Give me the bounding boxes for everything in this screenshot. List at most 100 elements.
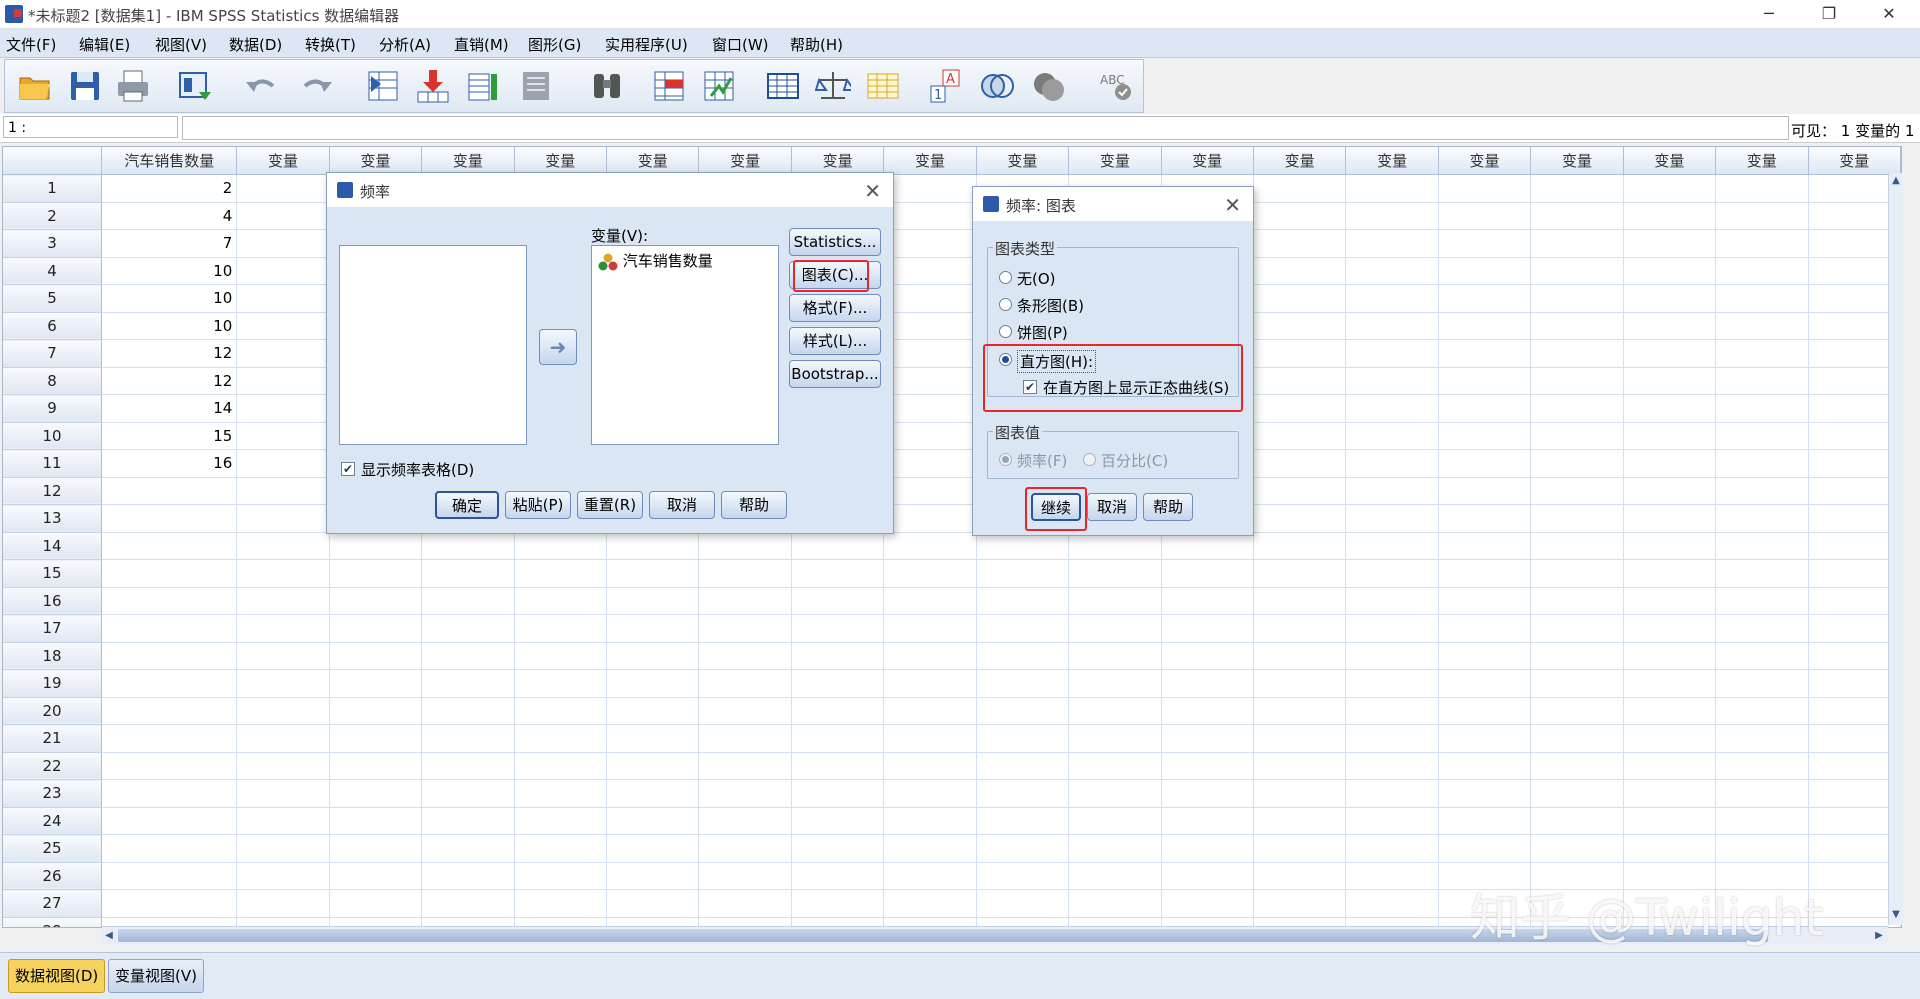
data-cell[interactable] (606, 889, 700, 918)
data-cell[interactable] (606, 834, 700, 863)
paste-button[interactable]: 粘贴(P) (505, 491, 571, 519)
select-cases-icon[interactable] (865, 68, 901, 104)
data-cell[interactable] (421, 697, 515, 725)
data-cell[interactable]: 16 (101, 449, 238, 478)
data-cell[interactable] (421, 807, 515, 835)
data-cell[interactable] (976, 889, 1070, 918)
data-cell[interactable] (1530, 752, 1624, 780)
data-cell[interactable] (1808, 229, 1901, 258)
data-cell[interactable] (1530, 587, 1624, 615)
data-cell[interactable] (1438, 779, 1532, 808)
weight-cases-icon[interactable] (815, 68, 851, 104)
data-cell[interactable] (421, 669, 515, 698)
data-cell[interactable] (1438, 174, 1532, 203)
data-cell[interactable] (1530, 532, 1624, 560)
minimize-button[interactable]: ─ (1746, 0, 1792, 28)
data-cell[interactable] (236, 779, 330, 808)
data-cell[interactable] (883, 422, 977, 450)
data-cell[interactable] (101, 807, 238, 835)
data-cell[interactable] (1438, 724, 1532, 753)
data-cell[interactable] (1715, 559, 1809, 588)
data-cell[interactable] (1623, 532, 1717, 560)
row-header[interactable]: 22 (3, 752, 103, 780)
data-cell[interactable] (883, 587, 977, 615)
data-cell[interactable] (606, 642, 700, 670)
data-cell[interactable] (1808, 642, 1901, 670)
data-cell[interactable] (329, 807, 423, 835)
data-cell[interactable] (883, 339, 977, 368)
data-cell[interactable] (1438, 367, 1532, 395)
data-cell[interactable] (791, 807, 885, 835)
data-cell[interactable] (101, 697, 238, 725)
data-cell[interactable] (1808, 504, 1901, 533)
data-cell[interactable] (1438, 257, 1532, 285)
data-cell[interactable] (329, 752, 423, 780)
data-cell[interactable] (698, 587, 792, 615)
column-header[interactable]: 变量 (976, 147, 1070, 175)
data-cell[interactable] (329, 889, 423, 918)
data-cell[interactable] (1161, 669, 1254, 698)
column-header[interactable]: 变量 (329, 147, 423, 175)
data-cell[interactable] (1161, 614, 1254, 643)
value-labels-icon[interactable]: A1 (929, 68, 965, 104)
data-cell[interactable] (1808, 312, 1901, 340)
data-cell[interactable] (1253, 752, 1347, 780)
data-cell[interactable] (1438, 697, 1532, 725)
menu-transform[interactable]: 转换(T) (305, 34, 356, 55)
bootstrap-button[interactable]: Bootstrap... (789, 360, 881, 388)
data-cell[interactable] (1345, 449, 1439, 478)
data-cell[interactable] (1808, 779, 1901, 808)
data-cell[interactable] (1161, 834, 1254, 863)
data-cell[interactable] (1253, 339, 1347, 368)
data-cell[interactable] (1438, 422, 1532, 450)
data-cell[interactable] (329, 587, 423, 615)
source-variable-list[interactable] (339, 245, 527, 445)
data-cell[interactable] (1253, 312, 1347, 340)
grid-corner[interactable] (3, 147, 103, 175)
redo-icon[interactable] (299, 68, 335, 104)
data-cell[interactable] (1715, 449, 1809, 478)
data-cell[interactable] (1345, 587, 1439, 615)
menu-window[interactable]: 窗口(W) (712, 34, 769, 55)
data-cell[interactable] (514, 834, 608, 863)
data-cell[interactable] (1715, 724, 1809, 753)
data-cell[interactable] (1253, 834, 1347, 863)
data-cell[interactable] (1715, 504, 1809, 533)
data-cell[interactable] (1438, 532, 1532, 560)
data-cell[interactable] (791, 614, 885, 643)
data-cell[interactable] (1530, 339, 1624, 368)
data-cell[interactable]: 10 (101, 284, 238, 313)
data-cell[interactable] (1253, 202, 1347, 230)
data-cell[interactable] (101, 724, 238, 753)
menu-direct-marketing[interactable]: 直销(M) (454, 34, 509, 55)
data-cell[interactable] (329, 724, 423, 753)
data-cell[interactable] (791, 559, 885, 588)
data-cell[interactable] (1808, 449, 1901, 478)
data-cell[interactable] (1438, 614, 1532, 643)
data-cell[interactable] (1253, 504, 1347, 533)
data-cell[interactable] (1345, 889, 1439, 918)
data-cell[interactable] (883, 449, 977, 478)
data-cell[interactable] (329, 642, 423, 670)
data-cell[interactable] (1345, 697, 1439, 725)
data-cell[interactable] (1808, 422, 1901, 450)
data-cell[interactable] (883, 532, 977, 560)
menu-file[interactable]: 文件(F) (6, 34, 56, 55)
data-cell[interactable] (1623, 752, 1717, 780)
data-cell[interactable] (514, 724, 608, 753)
column-header[interactable]: 变量 (1345, 147, 1439, 175)
row-header[interactable]: 21 (3, 724, 103, 753)
column-header[interactable]: 变量 (791, 147, 885, 175)
data-cell[interactable] (1623, 367, 1717, 395)
charts-help-button[interactable]: 帮助 (1143, 493, 1193, 521)
find-icon[interactable] (589, 68, 625, 104)
menu-utilities[interactable]: 实用程序(U) (605, 34, 688, 55)
data-cell[interactable] (1345, 257, 1439, 285)
data-cell[interactable] (698, 697, 792, 725)
data-cell[interactable]: 12 (101, 367, 238, 395)
row-header[interactable]: 19 (3, 669, 103, 698)
data-cell[interactable] (101, 477, 238, 505)
data-cell[interactable] (1808, 752, 1901, 780)
data-cell[interactable] (698, 834, 792, 863)
data-cell[interactable] (1253, 669, 1347, 698)
